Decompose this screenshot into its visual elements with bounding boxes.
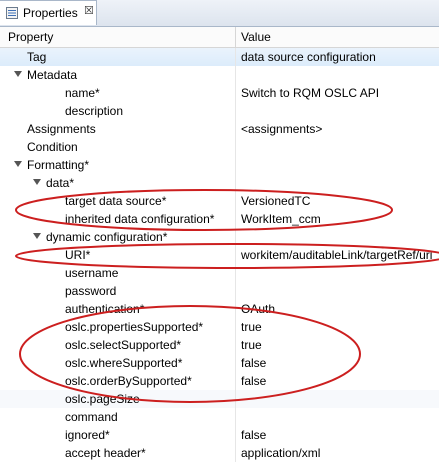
expand-arrow-icon[interactable] [33, 179, 41, 185]
column-divider[interactable] [235, 27, 236, 47]
property-name: name* [65, 86, 100, 100]
property-name: URI* [65, 248, 91, 262]
property-value[interactable]: false [241, 428, 266, 442]
property-row[interactable]: description [0, 102, 439, 120]
close-icon[interactable]: ☒ [84, 5, 94, 17]
property-name: ignored* [65, 428, 110, 442]
property-name: Metadata [27, 68, 78, 82]
property-row[interactable]: oslc.propertiesSupported* true [0, 318, 439, 336]
property-row[interactable]: oslc.pageSize [0, 390, 439, 408]
property-row[interactable]: Tag data source configuration [0, 48, 439, 66]
cell-divider [235, 246, 236, 264]
expand-arrow-icon[interactable] [33, 233, 41, 239]
property-row[interactable]: Assignments <assignments> [0, 120, 439, 138]
properties-tab[interactable]: Properties ☒ [0, 0, 97, 25]
property-value[interactable]: true [241, 320, 262, 334]
property-name: Assignments [27, 122, 96, 136]
property-name: oslc.propertiesSupported* [65, 320, 204, 334]
property-row[interactable]: Metadata [0, 66, 439, 84]
cell-divider [235, 318, 236, 336]
cell-divider [235, 192, 236, 210]
property-row[interactable]: Formatting* [0, 156, 439, 174]
property-row[interactable]: command [0, 408, 439, 426]
property-row[interactable]: target data source* VersionedTC [0, 192, 439, 210]
property-value[interactable]: application/xml [241, 446, 320, 460]
property-row[interactable]: oslc.selectSupported* true [0, 336, 439, 354]
property-value[interactable]: VersionedTC [241, 194, 310, 208]
cell-divider [235, 66, 236, 84]
property-value[interactable]: OAuth [241, 302, 275, 316]
tab-label: Properties [23, 6, 78, 20]
property-row[interactable]: inherited data configuration* WorkItem_cc… [0, 210, 439, 228]
expand-arrow-icon[interactable] [14, 161, 22, 167]
property-row[interactable]: authentication* OAuth [0, 300, 439, 318]
cell-divider [235, 408, 236, 426]
cell-divider [235, 84, 236, 102]
property-name: target data source* [65, 194, 167, 208]
cell-divider [235, 228, 236, 246]
property-name: oslc.pageSize [65, 392, 140, 406]
property-row[interactable]: name* Switch to RQM OSLC API [0, 84, 439, 102]
property-name: description [65, 104, 124, 118]
property-name: dynamic configuration* [46, 230, 168, 244]
cell-divider [235, 48, 236, 66]
property-row[interactable]: URI* workitem/auditableLink/targetRef/uri [0, 246, 439, 264]
property-value[interactable]: data source configuration [241, 50, 376, 64]
property-value[interactable]: workitem/auditableLink/targetRef/uri [241, 248, 432, 262]
property-name: Formatting* [27, 158, 90, 172]
property-row[interactable]: oslc.orderBySupported* false [0, 372, 439, 390]
cell-divider [235, 264, 236, 282]
property-row[interactable]: password [0, 282, 439, 300]
property-row[interactable]: data* [0, 174, 439, 192]
cell-divider [235, 444, 236, 462]
property-row[interactable]: ignored* false [0, 426, 439, 444]
cell-divider [235, 300, 236, 318]
property-row[interactable]: accept header* application/xml [0, 444, 439, 462]
property-name: oslc.whereSupported* [65, 356, 183, 370]
view-tab-bar: Properties ☒ [0, 0, 439, 27]
property-value[interactable]: true [241, 338, 262, 352]
column-header-property[interactable]: Property [8, 30, 53, 44]
property-row[interactable]: dynamic configuration* [0, 228, 439, 246]
property-name: oslc.orderBySupported* [65, 374, 192, 388]
property-value[interactable]: WorkItem_ccm [241, 212, 321, 226]
property-row[interactable]: Condition [0, 138, 439, 156]
property-value[interactable]: false [241, 374, 266, 388]
property-name: Tag [27, 50, 47, 64]
cell-divider [235, 174, 236, 192]
property-value[interactable]: Switch to RQM OSLC API [241, 86, 379, 100]
cell-divider [235, 282, 236, 300]
property-row[interactable]: oslc.whereSupported* false [0, 354, 439, 372]
property-name: password [65, 284, 117, 298]
property-name: Condition [27, 140, 78, 154]
properties-table-header: Property Value [0, 27, 439, 48]
property-name: command [65, 410, 118, 424]
cell-divider [235, 156, 236, 174]
cell-divider [235, 390, 236, 408]
expand-arrow-icon[interactable] [14, 71, 22, 77]
properties-icon [6, 7, 18, 19]
property-name: oslc.selectSupported* [65, 338, 182, 352]
column-header-value[interactable]: Value [241, 30, 271, 44]
cell-divider [235, 372, 236, 390]
property-name: accept header* [65, 446, 146, 460]
property-value[interactable]: <assignments> [241, 122, 322, 136]
property-name: data* [46, 176, 75, 190]
cell-divider [235, 102, 236, 120]
cell-divider [235, 138, 236, 156]
properties-table-body: Tag data source configuration Metadata name… [0, 48, 439, 465]
property-value[interactable]: false [241, 356, 266, 370]
cell-divider [235, 354, 236, 372]
cell-divider [235, 210, 236, 228]
property-name: username [65, 266, 119, 280]
cell-divider [235, 336, 236, 354]
property-name: authentication* [65, 302, 145, 316]
cell-divider [235, 426, 236, 444]
cell-divider [235, 120, 236, 138]
property-row[interactable]: username [0, 264, 439, 282]
property-name: inherited data configuration* [65, 212, 215, 226]
